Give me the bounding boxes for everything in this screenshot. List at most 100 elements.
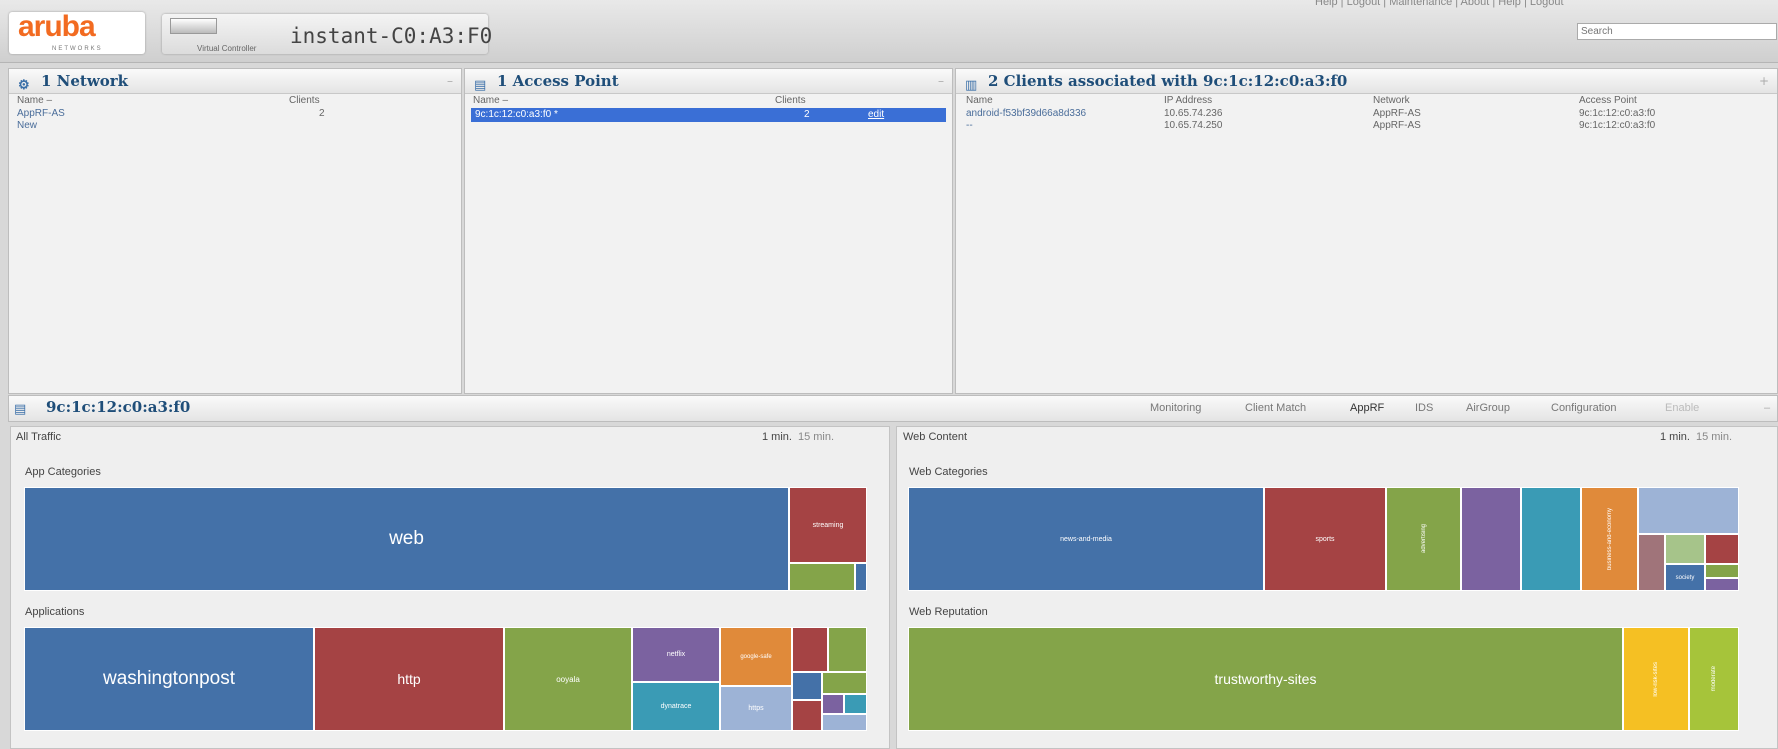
network-name[interactable]: AppRF-AS bbox=[17, 108, 65, 119]
treemap-tile-society[interactable]: society bbox=[1665, 564, 1705, 591]
time-15min[interactable]: 15 min. bbox=[798, 431, 834, 443]
client-name[interactable]: android-f53bf39d66a8d336 bbox=[966, 108, 1086, 119]
client-network: AppRF-AS bbox=[1373, 108, 1421, 119]
clients-title: 2 Clients associated with 9c:1c:12:c0:a3… bbox=[988, 72, 1348, 90]
client-row[interactable]: android-f53bf39d66a8d336 10.65.74.236 Ap… bbox=[956, 108, 1777, 120]
treemap-tile-washingtonpost[interactable]: washingtonpost bbox=[24, 627, 314, 731]
treemap-tile-moderate[interactable]: moderate bbox=[1689, 627, 1739, 731]
treemap-tile[interactable] bbox=[1638, 487, 1739, 534]
treemap-tile[interactable] bbox=[792, 700, 822, 731]
treemap-tile[interactable] bbox=[789, 563, 855, 591]
network-clients: 2 bbox=[319, 108, 325, 119]
collapse-icon[interactable]: – bbox=[447, 69, 453, 93]
ap-detail-header bbox=[8, 395, 1778, 422]
col-name[interactable]: Name – bbox=[17, 94, 52, 108]
new-network-link[interactable]: New bbox=[17, 120, 37, 131]
treemap-tile-streaming[interactable]: streaming bbox=[789, 487, 867, 563]
collapse-icon[interactable]: – bbox=[938, 69, 944, 93]
treemap-tile[interactable] bbox=[792, 672, 822, 700]
collapse-icon[interactable]: – bbox=[1764, 402, 1770, 414]
virtual-controller-icon bbox=[170, 18, 217, 34]
applications-label: Applications bbox=[25, 606, 85, 618]
treemap-tile[interactable] bbox=[822, 694, 844, 714]
web-reputation-treemap: trustworthy-sites low-risk-sites moderat… bbox=[908, 627, 1763, 731]
client-ap: 9c:1c:12:c0:a3:f0 bbox=[1579, 108, 1656, 119]
treemap-tile[interactable] bbox=[844, 694, 867, 714]
app-categories-label: App Categories bbox=[25, 466, 101, 478]
tab-client-match[interactable]: Client Match bbox=[1245, 402, 1306, 414]
treemap-tile-advertising[interactable]: advertising bbox=[1386, 487, 1461, 591]
time-1min[interactable]: 1 min. bbox=[1660, 431, 1690, 443]
tile-label: web bbox=[389, 528, 424, 549]
ap-detail-title: 9c:1c:12:c0:a3:f0 bbox=[46, 398, 191, 416]
access-point-icon: ▤ bbox=[14, 401, 27, 416]
tile-label: netflix bbox=[666, 651, 686, 658]
tab-ids[interactable]: IDS bbox=[1415, 402, 1433, 414]
time-15min[interactable]: 15 min. bbox=[1696, 431, 1732, 443]
treemap-tile[interactable] bbox=[828, 627, 867, 672]
treemap-tile[interactable] bbox=[1521, 487, 1581, 591]
treemap-tile[interactable] bbox=[1461, 487, 1521, 591]
treemap-tile[interactable] bbox=[822, 672, 867, 694]
treemap-tile[interactable] bbox=[1705, 578, 1739, 591]
virtual-controller-name: instant-C0:A3:F0 bbox=[290, 24, 493, 48]
col-name[interactable]: Name – bbox=[473, 94, 508, 108]
treemap-tile[interactable] bbox=[1705, 564, 1739, 578]
col-clients[interactable]: Clients bbox=[289, 94, 320, 108]
treemap-tile-sports[interactable]: sports bbox=[1264, 487, 1386, 591]
treemap-tile-ooyala[interactable]: ooyala bbox=[504, 627, 632, 731]
client-row[interactable]: -- 10.65.74.250 AppRF-AS 9c:1c:12:c0:a3:… bbox=[956, 120, 1777, 132]
clients-panel-header: ▥ 2 Clients associated with 9c:1c:12:c0:… bbox=[956, 69, 1777, 94]
treemap-tile-dynatrace[interactable]: dynatrace bbox=[632, 682, 720, 731]
search-input[interactable] bbox=[1577, 23, 1777, 40]
treemap-tile-http[interactable]: http bbox=[314, 627, 504, 731]
col-access-point[interactable]: Access Point bbox=[1579, 94, 1637, 108]
treemap-tile[interactable] bbox=[1705, 534, 1739, 564]
time-1min[interactable]: 1 min. bbox=[762, 431, 792, 443]
tile-label: http bbox=[397, 671, 421, 687]
tab-airgroup[interactable]: AirGroup bbox=[1466, 402, 1510, 414]
tile-label: streaming bbox=[812, 521, 844, 529]
networks-panel: ⚙ 1 Network – Name – Clients AppRF-AS 2 … bbox=[8, 68, 462, 394]
treemap-tile[interactable] bbox=[1665, 534, 1705, 564]
collapse-icon[interactable]: + bbox=[1759, 69, 1769, 93]
treemap-tile[interactable] bbox=[1638, 534, 1665, 591]
access-points-panel: ▤ 1 Access Point – Name – Clients 9c:1c:… bbox=[464, 68, 953, 394]
access-points-panel-header: ▤ 1 Access Point – bbox=[465, 69, 952, 94]
tab-apprf[interactable]: AppRF bbox=[1350, 402, 1384, 414]
treemap-tile[interactable] bbox=[822, 714, 867, 731]
treemap-tile[interactable] bbox=[792, 627, 828, 672]
tile-label: business-and-economy bbox=[1606, 507, 1613, 571]
treemap-tile-news-and-media[interactable]: news-and-media bbox=[908, 487, 1264, 591]
treemap-tile-web[interactable]: web bbox=[24, 487, 789, 591]
treemap-tile-trustworthy-sites[interactable]: trustworthy-sites bbox=[908, 627, 1623, 731]
treemap-tile-https[interactable]: https bbox=[720, 686, 792, 731]
treemap-tile-business-and-economy[interactable]: business-and-economy bbox=[1581, 487, 1638, 591]
access-point-row[interactable]: 9c:1c:12:c0:a3:f0 * 2 edit bbox=[471, 108, 946, 122]
network-row[interactable]: AppRF-AS 2 bbox=[9, 108, 461, 120]
treemap-tile-low-risk-sites[interactable]: low-risk-sites bbox=[1623, 627, 1689, 731]
col-name[interactable]: Name bbox=[966, 94, 993, 108]
treemap-tile-google-safe[interactable]: google-safe bbox=[720, 627, 792, 686]
ap-edit-link[interactable]: edit bbox=[868, 109, 884, 120]
tab-monitoring[interactable]: Monitoring bbox=[1150, 402, 1201, 414]
top-links[interactable]: Help | Logout | Maintenance | About | He… bbox=[1315, 0, 1564, 8]
col-network[interactable]: Network bbox=[1373, 94, 1410, 108]
aruba-logo-subtext: NETWORKS bbox=[52, 46, 103, 52]
tile-label: advertising bbox=[1420, 524, 1427, 554]
tile-label: low-risk-sites bbox=[1653, 661, 1659, 697]
client-ap: 9c:1c:12:c0:a3:f0 bbox=[1579, 120, 1656, 131]
tab-configuration[interactable]: Configuration bbox=[1551, 402, 1616, 414]
ap-name: 9c:1c:12:c0:a3:f0 * bbox=[475, 109, 558, 120]
tab-enable[interactable]: Enable bbox=[1665, 402, 1699, 414]
networks-panel-header: ⚙ 1 Network – bbox=[9, 69, 461, 94]
col-ip[interactable]: IP Address bbox=[1164, 94, 1212, 108]
virtual-controller-label: Virtual Controller bbox=[197, 44, 257, 53]
col-clients[interactable]: Clients bbox=[775, 94, 806, 108]
aruba-logo-text: aruba bbox=[18, 10, 96, 43]
web-content-title: Web Content bbox=[903, 431, 968, 443]
treemap-tile[interactable] bbox=[855, 563, 867, 591]
client-name[interactable]: -- bbox=[966, 120, 973, 131]
web-categories-treemap: news-and-media sports advertising busine… bbox=[908, 487, 1763, 591]
treemap-tile-netflix[interactable]: netflix bbox=[632, 627, 720, 682]
